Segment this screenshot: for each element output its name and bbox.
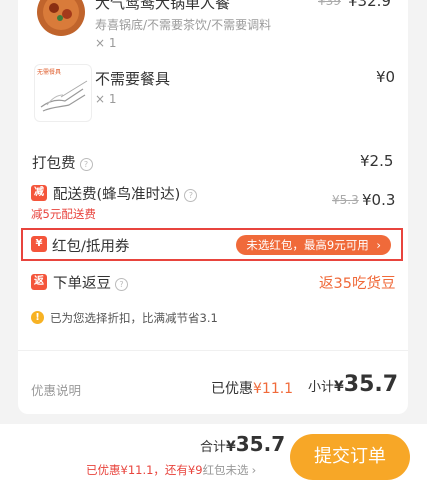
rebate-label: 下单返豆: [53, 276, 111, 292]
help-icon[interactable]: ?: [115, 277, 128, 291]
info-icon: !: [31, 311, 44, 324]
thumb-label: 无需餐具: [37, 69, 62, 76]
footer-saved-text: 已优惠¥11.1，还有: [86, 463, 188, 477]
footer-discount-note[interactable]: 已优惠¥11.1，还有¥9红包未选 ›: [86, 462, 256, 478]
rebate-row: 下单返豆?: [53, 272, 128, 293]
submit-order-button[interactable]: 提交订单: [290, 434, 410, 480]
packing-fee-row: 打包费?: [32, 152, 93, 173]
saved-value: ¥11.1: [253, 381, 294, 397]
saved-prefix: 已优惠: [211, 381, 253, 397]
rebate-badge-icon: 返: [31, 274, 47, 290]
item-price: ¥0: [376, 68, 396, 86]
discount-badge-icon: 减: [31, 185, 47, 201]
footer-coupon-value: ¥9: [187, 463, 203, 477]
delivery-fee-value: ¥0.3: [362, 191, 396, 209]
total-value: 35.7: [235, 432, 286, 456]
help-icon[interactable]: ?: [79, 157, 93, 171]
item-thumbnail-hotpot: [34, 0, 88, 44]
total-amount: 合计¥35.7: [200, 432, 285, 456]
item-options: 寿喜锅底/不需要茶饮/不需要调料: [95, 18, 272, 32]
coupon-icon: ¥: [31, 236, 47, 252]
item-quantity: × 1: [95, 92, 117, 106]
subtotal: 小计¥35.7: [308, 372, 398, 397]
item-price: ¥32.9: [348, 0, 391, 10]
coupon-pill-text: 未选红包，最高9元可用: [246, 238, 369, 252]
item-name: 不需要餐具: [95, 70, 171, 88]
chevron-right-icon: ›: [251, 463, 257, 477]
discount-explanation-link[interactable]: 优惠说明: [31, 380, 81, 399]
coupon-row[interactable]: ¥ 红包/抵用券 未选红包，最高9元可用 ›: [21, 228, 403, 261]
item-thumbnail-no-utensils: 无需餐具: [34, 64, 92, 122]
rebate-value: 返35吃货豆: [319, 276, 396, 292]
item-name: 大气鸳鸯大锅单人餐: [95, 0, 231, 12]
packing-fee-value: ¥2.5: [360, 152, 394, 170]
item-original-price: ¥39: [318, 0, 341, 8]
item-quantity: × 1: [95, 36, 117, 50]
total-prefix: 合计: [200, 440, 227, 455]
footer-coupon-tail: 红包未选: [202, 463, 249, 477]
delivery-fee-note: 减5元配送费: [31, 207, 96, 221]
total-currency: ¥: [226, 439, 236, 455]
subtotal-currency: ¥: [334, 379, 344, 395]
help-icon[interactable]: ?: [184, 188, 198, 202]
subtotal-value: 35.7: [343, 372, 399, 397]
subtotal-prefix: 小计: [308, 380, 335, 395]
saved-amount: 已优惠¥11.1: [211, 378, 293, 398]
chevron-right-icon: ›: [376, 238, 381, 252]
discount-notice: 已为您选择折扣，比满减节省3.1: [50, 311, 218, 325]
packing-fee-label: 打包费: [32, 156, 76, 172]
coupon-select-pill[interactable]: 未选红包，最高9元可用 ›: [236, 235, 391, 255]
coupon-label: 红包/抵用券: [52, 239, 130, 255]
delivery-fee-original: ¥5.3: [332, 193, 359, 207]
delivery-fee-label: 配送费(蜂鸟准时达): [53, 187, 181, 203]
delivery-fee-row: 配送费(蜂鸟准时达)?: [53, 183, 198, 204]
divider: [18, 350, 408, 351]
